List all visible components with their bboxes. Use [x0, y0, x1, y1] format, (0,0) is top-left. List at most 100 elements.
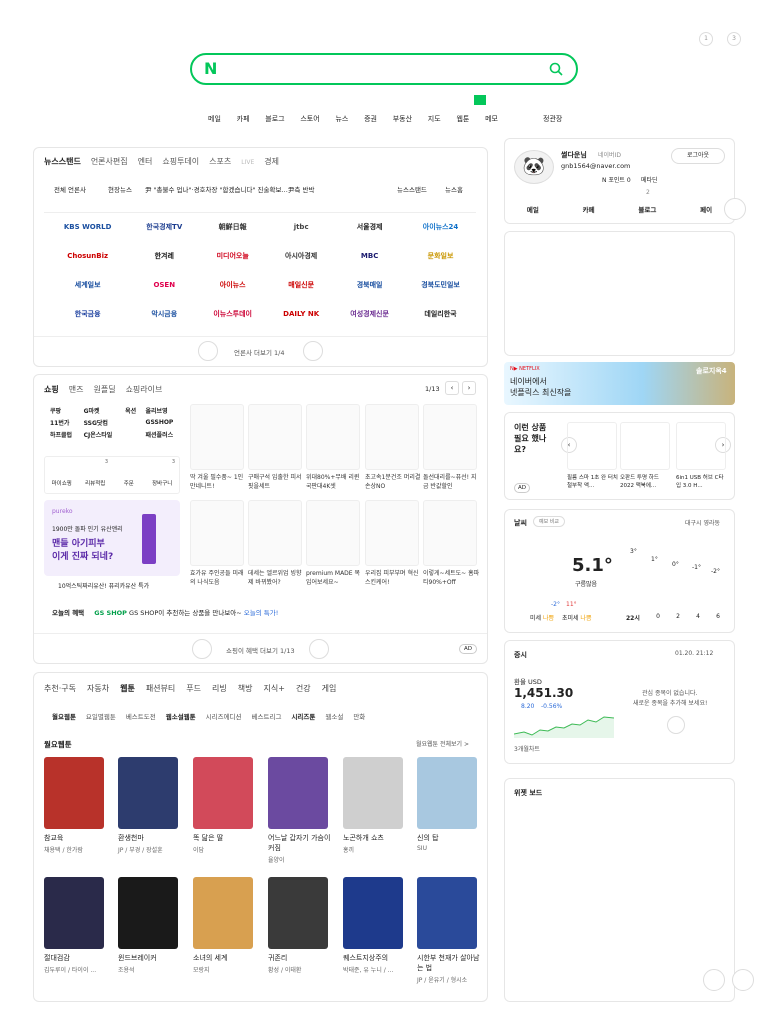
rec-product-image[interactable] [676, 422, 726, 470]
news-more[interactable]: 언론사 더보기 1/4 [234, 347, 284, 357]
webtoon-thumbnail[interactable] [44, 757, 104, 829]
webtoon-subtab-8[interactable]: 만화 [353, 711, 365, 721]
notification-badge-1[interactable]: 1 [699, 32, 713, 46]
user-more-button[interactable] [724, 198, 746, 220]
nav-extra[interactable]: 정관장 [543, 114, 562, 124]
webtoon-title[interactable]: 환생천마 [118, 833, 182, 843]
user-link-3[interactable]: 페이 [700, 204, 712, 214]
netflix-banner[interactable]: N▶ NETFLIX 네이버에서 넷플릭스 최신작을 솔로지옥4 [504, 362, 735, 405]
news-live[interactable]: 현장뉴스 [108, 184, 132, 194]
webtoon-thumbnail[interactable] [44, 877, 104, 949]
nav-item-9[interactable]: 메모 [485, 114, 498, 124]
webtoon-subtab-6[interactable]: 시리즈툰 [291, 711, 315, 721]
mall-1-0[interactable]: 11번가 [44, 416, 78, 428]
shop-more-prev[interactable] [192, 639, 212, 659]
press-0-2[interactable]: 朝鮮日報 [197, 213, 268, 242]
mall-1-1[interactable]: SSG닷컴 [78, 416, 120, 428]
mall-0-0[interactable]: 쿠팡 [44, 404, 78, 416]
webtoon-title[interactable]: 귀존리 [268, 953, 332, 963]
webtoon-thumbnail[interactable] [193, 877, 253, 949]
nav-item-7[interactable]: 지도 [428, 114, 441, 124]
nav-item-5[interactable]: 증권 [364, 114, 377, 124]
webtoon-thumbnail[interactable] [268, 877, 328, 949]
press-0-4[interactable]: 서울경제 [334, 213, 405, 242]
press-0-5[interactable]: 아이뉴스24 [405, 213, 476, 242]
webtoon-title[interactable]: 소녀의 세계 [193, 953, 257, 963]
webtoon-subtab-2[interactable]: 베스트도전 [126, 711, 156, 721]
webtoon-thumbnail[interactable] [417, 877, 477, 949]
webtoon-subtab-4[interactable]: 시리즈에디션 [206, 711, 242, 721]
mall-2-2[interactable] [119, 428, 139, 440]
user-link-1[interactable]: 카페 [583, 204, 595, 214]
shop-icon-0[interactable]: 마이쇼핑 [45, 457, 79, 493]
mall-2-1[interactable]: CJ온스타일 [78, 428, 120, 440]
webtoon-thumbnail[interactable] [417, 757, 477, 829]
nav-item-6[interactable]: 부동산 [393, 114, 412, 124]
webtoon-thumbnail[interactable] [193, 757, 253, 829]
press-2-4[interactable]: 경북매일 [334, 271, 405, 300]
product-image[interactable] [306, 404, 360, 470]
shop-icon-1[interactable]: 3 리뷰적립 [79, 457, 113, 493]
shop-next-button[interactable]: › [462, 381, 476, 395]
news-next-button[interactable] [303, 341, 323, 361]
user-link-0[interactable]: 메일 [527, 204, 539, 214]
webtoon-thumbnail[interactable] [343, 757, 403, 829]
float-button-1[interactable] [703, 969, 725, 991]
product-title[interactable]: 이렇게~세트도~ 홈파티90%+Off [423, 569, 481, 587]
rec-product-title[interactable]: 필름 스마 1초 완 터치 철부착 액... [567, 474, 619, 490]
nav-item-2[interactable]: 블로그 [265, 114, 284, 124]
product-title[interactable]: 위대80%+무배 리퀸국판대4K셋 [306, 473, 364, 491]
product-image[interactable] [248, 500, 302, 566]
product-title[interactable]: premium MADE 목 입어보세요~ [306, 569, 364, 587]
press-1-5[interactable]: 문화일보 [405, 242, 476, 271]
press-0-1[interactable]: 한국경제TV [131, 213, 197, 242]
press-1-4[interactable]: MBC [334, 242, 405, 271]
mall-1-3[interactable]: GSSHOP [140, 416, 180, 428]
rec-product-title[interactable]: 6in1 USB 허브 C타입 3.0 H... [676, 474, 728, 490]
webtoon-thumbnail[interactable] [268, 757, 328, 829]
press-2-3[interactable]: 매일신문 [268, 271, 334, 300]
category-tab-7[interactable]: 지식+ [263, 683, 284, 694]
press-3-3[interactable]: DAILY NK [268, 300, 334, 329]
news-tab-5[interactable]: LIVE [241, 159, 254, 166]
webtoon-title[interactable]: 윈드브레이커 [118, 953, 182, 963]
product-image[interactable] [190, 404, 244, 470]
user-link-2[interactable]: 블로그 [638, 204, 656, 214]
rec-product-image[interactable] [567, 422, 617, 470]
category-tab-9[interactable]: 게임 [322, 683, 337, 694]
press-3-1[interactable]: 악시금융 [131, 300, 197, 329]
news-tab-3[interactable]: 쇼핑투데이 [162, 157, 199, 166]
shop-icon-2[interactable]: 주문 [112, 457, 146, 493]
logout-button[interactable]: 로그아웃 [671, 148, 725, 164]
nav-item-0[interactable]: 메일 [208, 114, 221, 124]
product-title[interactable]: 구매구석 입출한 피서 핏을세트 [248, 473, 306, 491]
press-3-5[interactable]: 데일리한국 [405, 300, 476, 329]
webtoon-title[interactable]: 노곤하개 쇼츠 [343, 833, 407, 843]
shop-prev-button[interactable]: ‹ [445, 381, 459, 395]
product-image[interactable] [365, 500, 419, 566]
news-tab-0[interactable]: 뉴스스탠드 [44, 157, 81, 166]
webtoon-title[interactable]: 신의 탑 [417, 833, 481, 843]
mall-2-3[interactable]: 패션플러스 [140, 428, 180, 440]
webtoon-subtab-1[interactable]: 요일별웹툰 [86, 711, 116, 721]
category-tab-8[interactable]: 건강 [296, 683, 311, 694]
news-tab-1[interactable]: 언론사편집 [91, 157, 128, 166]
product-title[interactable]: 초고속1분건조 머리결 손상NO [365, 473, 423, 491]
press-1-1[interactable]: 한겨레 [131, 242, 197, 271]
webtoon-title[interactable]: 참교육 [44, 833, 108, 843]
news-all-press[interactable]: 전체 언론사 [54, 186, 86, 194]
shop-more-next[interactable] [309, 639, 329, 659]
shop-ad-banner[interactable]: pureko 1900만 돌파 인기 유산앤리 맨들 아기피부 이게 진짜 되네… [44, 500, 180, 576]
category-tab-0[interactable]: 추천·구독 [44, 683, 76, 694]
mall-0-2[interactable]: 옥션 [119, 404, 139, 416]
nav-item-1[interactable]: 카페 [237, 114, 250, 124]
product-title[interactable]: 딱 겨울 필수품~ 1인만네니트! [190, 473, 248, 491]
news-tab-6[interactable]: 경제 [264, 157, 279, 166]
press-3-2[interactable]: 이뉴스투데이 [197, 300, 268, 329]
category-tab-3[interactable]: 패션뷰티 [146, 683, 175, 694]
category-tab-4[interactable]: 푸드 [186, 683, 201, 694]
weather-location[interactable]: 대구시 영라동 [685, 518, 720, 527]
shop-tab-1[interactable]: 맨즈 [69, 385, 84, 394]
shop-tab-0[interactable]: 쇼핑 [44, 385, 59, 394]
benefit-row[interactable]: 오늘의 혜택 GS SHOP GS SHOP이 추천하는 상품을 만나보아~ 오… [52, 607, 278, 617]
